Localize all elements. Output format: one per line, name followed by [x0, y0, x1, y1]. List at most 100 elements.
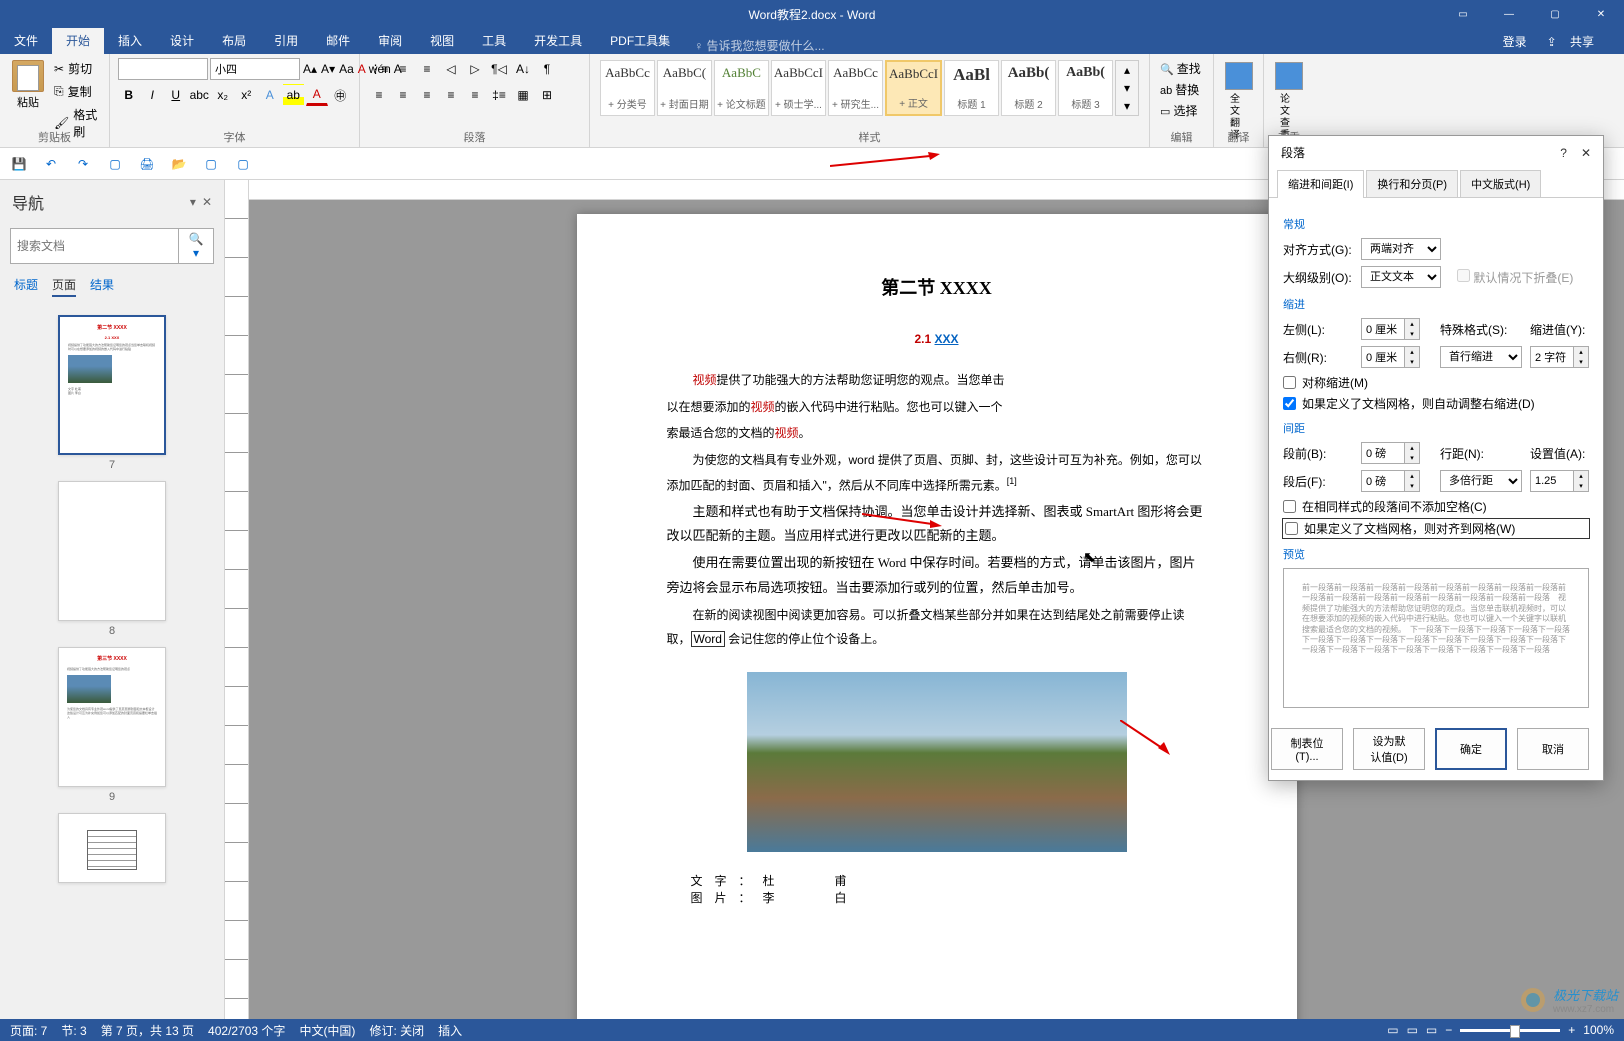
status-page-count[interactable]: 第 7 页，共 13 页 [101, 1022, 194, 1039]
shading-button[interactable]: ▦ [512, 84, 534, 106]
space-before-input[interactable] [1361, 442, 1405, 464]
tabs-button[interactable]: 制表位(T)... [1271, 728, 1343, 770]
font-size-select[interactable] [210, 58, 300, 80]
nav-tab-results[interactable]: 结果 [90, 276, 114, 297]
style-item[interactable]: AaBl标题 1 [944, 60, 999, 116]
style-item[interactable]: AaBbC(+ 封面日期 [657, 60, 712, 116]
undo-button[interactable]: ↶ [42, 155, 60, 173]
decrease-indent-button[interactable]: ◁ [440, 58, 462, 80]
tab-file[interactable]: 文件 [0, 27, 52, 54]
page-thumbnail[interactable]: 第二节 XXXX 2.1 XXX 视频提供了功能强大的方法帮助您证明您的观点当您… [58, 315, 166, 455]
ok-button[interactable]: 确定 [1435, 728, 1507, 770]
line-spacing-button[interactable]: ‡≡ [488, 84, 510, 106]
share-button[interactable]: ⇪ 共享 [1537, 29, 1614, 54]
nav-close-button[interactable]: ✕ [202, 195, 212, 209]
subscript-button[interactable]: x₂ [212, 84, 234, 106]
dialog-tab-pagination[interactable]: 换行和分页(P) [1366, 170, 1458, 198]
save-button[interactable]: 💾 [10, 155, 28, 173]
indent-value-input[interactable] [1530, 346, 1574, 368]
zoom-slider[interactable] [1460, 1029, 1560, 1032]
tab-review[interactable]: 审阅 [364, 27, 416, 54]
dialog-close-button[interactable]: ✕ [1581, 146, 1591, 160]
status-language[interactable]: 中文(中国) [299, 1022, 355, 1039]
close-button[interactable]: ✕ [1578, 0, 1624, 28]
borders-button[interactable]: ⊞ [536, 84, 558, 106]
status-page[interactable]: 页面: 7 [10, 1022, 47, 1039]
snap-grid-checkbox[interactable] [1285, 522, 1298, 535]
ribbon-options-icon[interactable]: ▭ [1440, 0, 1486, 28]
outline-select[interactable]: 正文文本 [1361, 266, 1441, 288]
tab-view[interactable]: 视图 [416, 27, 468, 54]
tab-developer[interactable]: 开发工具 [520, 27, 596, 54]
style-item[interactable]: AaBbCc+ 分类号 [600, 60, 655, 116]
enclose-char-button[interactable]: ㊥ [330, 84, 352, 106]
styles-down-button[interactable]: ▾ [1116, 79, 1138, 97]
multilevel-button[interactable]: ≡ [416, 58, 438, 80]
distribute-button[interactable]: ≡ [464, 84, 486, 106]
page-thumbnail[interactable] [58, 813, 166, 883]
style-item[interactable]: AaBbC+ 论文标题 [714, 60, 769, 116]
nav-tab-headings[interactable]: 标题 [14, 276, 38, 297]
mirror-indent-checkbox[interactable] [1283, 376, 1296, 389]
show-marks-button[interactable]: ¶ [536, 58, 558, 80]
status-insert-mode[interactable]: 插入 [438, 1022, 462, 1039]
styles-up-button[interactable]: ▴ [1116, 61, 1138, 79]
line-spacing-select[interactable]: 多倍行距 [1440, 470, 1522, 492]
tab-layout[interactable]: 布局 [208, 27, 260, 54]
nav-tab-pages[interactable]: 页面 [52, 276, 76, 297]
align-right-button[interactable]: ≡ [416, 84, 438, 106]
tab-home[interactable]: 开始 [52, 27, 104, 54]
dialog-tab-asian[interactable]: 中文版式(H) [1460, 170, 1541, 198]
italic-button[interactable]: I [142, 84, 164, 106]
set-default-button[interactable]: 设为默认值(D) [1353, 728, 1425, 770]
no-space-checkbox[interactable] [1283, 500, 1296, 513]
zoom-in-button[interactable]: + [1568, 1023, 1575, 1037]
minimize-button[interactable]: — [1486, 0, 1532, 28]
document-page[interactable]: 第二节 XXXX 2.1 XXX 视频提供了功能强大的方法帮助您证明您的观点。当… [577, 214, 1297, 1019]
qat-button[interactable]: ▢ [202, 155, 220, 173]
collapse-checkbox[interactable] [1457, 269, 1470, 282]
style-item[interactable]: AaBbCcI+ 硕士学... [771, 60, 826, 116]
numbering-button[interactable]: ≡ [392, 58, 414, 80]
find-button[interactable]: 🔍 查找 [1158, 58, 1205, 79]
ltr-button[interactable]: ¶◁ [488, 58, 510, 80]
font-color-button[interactable]: A [306, 84, 328, 106]
sort-button[interactable]: A↓ [512, 58, 534, 80]
tab-insert[interactable]: 插入 [104, 27, 156, 54]
view-web-button[interactable]: ▭ [1426, 1023, 1437, 1037]
new-button[interactable]: ▢ [106, 155, 124, 173]
auto-indent-checkbox[interactable] [1283, 397, 1296, 410]
status-track-changes[interactable]: 修订: 关闭 [369, 1022, 424, 1039]
cut-button[interactable]: ✂剪切 [52, 58, 101, 79]
login-button[interactable]: 登录 [1493, 29, 1537, 54]
superscript-button[interactable]: x² [236, 84, 258, 106]
increase-indent-button[interactable]: ▷ [464, 58, 486, 80]
tell-me-input[interactable]: ♀ 告诉我您想要做什么... [694, 37, 824, 54]
page-thumbnail[interactable]: 第三节 XXXX 视频提供了功能强大的方法帮助您证明您的观点 为使您的文档具有专… [58, 647, 166, 787]
style-item[interactable]: AaBb(标题 3 [1058, 60, 1113, 116]
status-section[interactable]: 节: 3 [61, 1022, 86, 1039]
alignment-select[interactable]: 两端对齐 [1361, 238, 1441, 260]
zoom-out-button[interactable]: − [1445, 1023, 1452, 1037]
copy-button[interactable]: ⎘复制 [52, 81, 101, 102]
shrink-font-button[interactable]: A▾ [320, 58, 336, 80]
redo-button[interactable]: ↷ [74, 155, 92, 173]
tab-design[interactable]: 设计 [156, 27, 208, 54]
underline-button[interactable]: U [165, 84, 187, 106]
view-read-button[interactable]: ▭ [1387, 1023, 1398, 1037]
print-preview-button[interactable]: 🖨 [138, 155, 156, 173]
styles-more-button[interactable]: ▾ [1116, 97, 1138, 115]
nav-dropdown-icon[interactable]: ▾ [190, 195, 196, 209]
space-after-input[interactable] [1361, 470, 1405, 492]
view-print-button[interactable]: ▭ [1407, 1023, 1418, 1037]
highlight-button[interactable]: ab [283, 84, 305, 106]
nav-search-input[interactable] [10, 228, 179, 264]
left-indent-input[interactable] [1361, 318, 1405, 340]
tab-pdf[interactable]: PDF工具集 [596, 27, 684, 54]
bold-button[interactable]: B [118, 84, 140, 106]
tab-mailings[interactable]: 邮件 [312, 27, 364, 54]
zoom-level[interactable]: 100% [1583, 1023, 1614, 1037]
open-button[interactable]: 📂 [170, 155, 188, 173]
align-left-button[interactable]: ≡ [368, 84, 390, 106]
right-indent-input[interactable] [1361, 346, 1405, 368]
